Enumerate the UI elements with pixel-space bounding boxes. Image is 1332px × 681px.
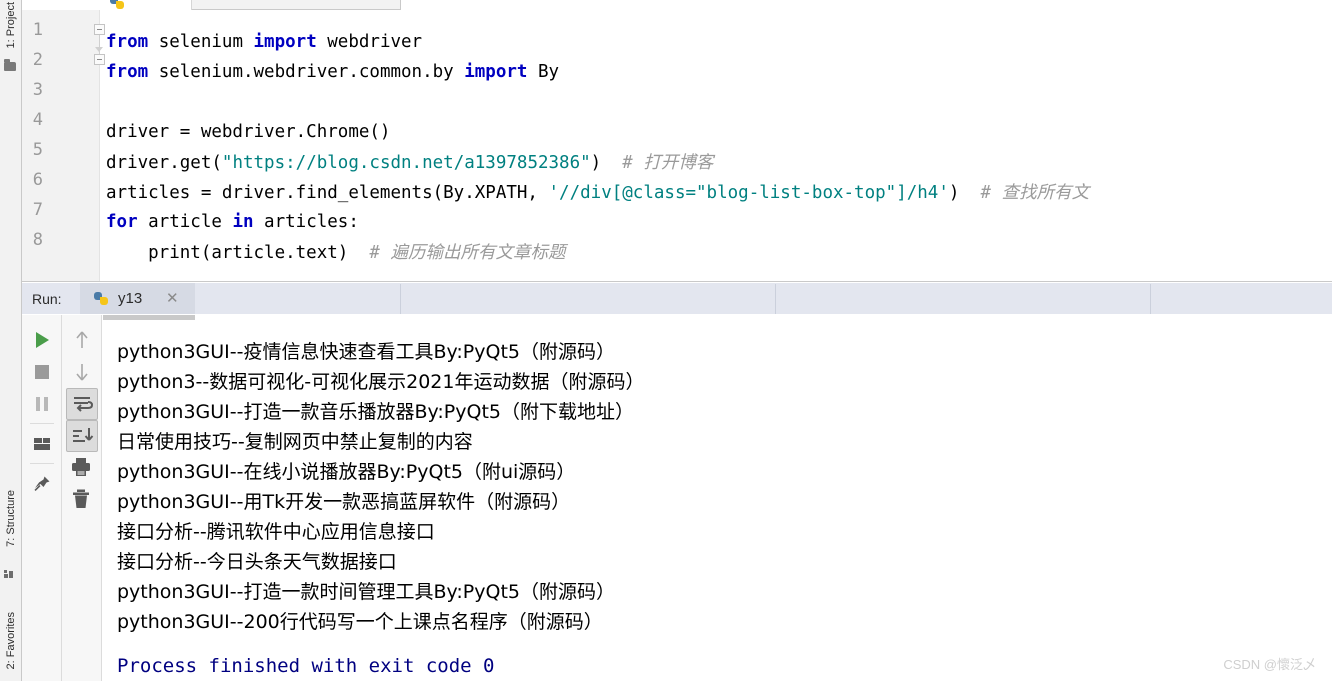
code-line: articles = driver.find_elements(By.XPATH… xyxy=(106,182,1090,203)
pin-icon xyxy=(34,476,50,492)
console-line: python3GUI--用Tk开发一款恶搞蓝屏软件（附源码） xyxy=(117,491,571,513)
console-line: python3GUI--在线小说播放器By:PyQt5（附ui源码） xyxy=(117,461,576,483)
trash-icon xyxy=(73,489,89,508)
print-button[interactable] xyxy=(66,452,98,484)
console-line: 接口分析--今日头条天气数据接口 xyxy=(117,551,397,573)
down-button[interactable] xyxy=(66,356,98,388)
line-number: 2 xyxy=(32,50,43,70)
editor-tab-bar xyxy=(22,0,1332,10)
toolbar-separator xyxy=(30,463,54,464)
toolbar-separator xyxy=(30,423,54,424)
python-file-icon xyxy=(110,0,124,9)
code-line: from selenium import webdriver xyxy=(106,32,423,52)
scroll-end-button[interactable] xyxy=(66,420,98,452)
line-number: 5 xyxy=(32,140,43,160)
console-line: python3GUI--疫情信息快速查看工具By:PyQt5（附源码） xyxy=(117,341,615,363)
clear-button[interactable] xyxy=(66,484,98,516)
code-line: driver = webdriver.Chrome() xyxy=(106,122,391,142)
run-toolbar-primary xyxy=(22,315,62,681)
code-fold-marker[interactable] xyxy=(94,24,106,55)
run-tab-y13[interactable]: y13 ✕ xyxy=(80,283,195,315)
line-number: 3 xyxy=(32,80,43,100)
code-line: for article in articles: xyxy=(106,212,359,232)
stop-icon xyxy=(35,365,49,379)
print-icon xyxy=(72,458,90,476)
line-number: 7 xyxy=(32,200,43,220)
editor-tab-active[interactable] xyxy=(22,0,192,10)
editor-tab-bar-right xyxy=(400,0,1332,10)
line-number: 8 xyxy=(32,230,43,250)
up-button[interactable] xyxy=(66,324,98,356)
console-line: 接口分析--腾讯软件中心应用信息接口 xyxy=(117,521,435,543)
code-line: print(article.text) # 遍历输出所有文章标题 xyxy=(106,242,566,263)
soft-wrap-button[interactable] xyxy=(66,388,98,420)
editor-divider xyxy=(22,281,1332,282)
run-toolbar-secondary xyxy=(62,315,102,681)
structure-icon xyxy=(4,570,17,582)
pin-button[interactable] xyxy=(26,468,58,500)
close-icon[interactable]: ✕ xyxy=(166,289,179,307)
run-tab-label: y13 xyxy=(118,290,143,307)
sidebar-item-project[interactable]: 1: Project xyxy=(5,2,17,48)
soft-wrap-icon xyxy=(74,397,94,412)
watermark: CSDN @懷泛乄 xyxy=(1223,657,1316,672)
scroll-to-end-icon xyxy=(73,428,94,442)
sidebar-item-structure[interactable]: 7: Structure xyxy=(5,490,17,547)
console-line: python3GUI--打造一款时间管理工具By:PyQt5（附源码） xyxy=(117,581,615,603)
code-line: driver.get("https://blog.csdn.net/a13978… xyxy=(106,152,714,173)
pause-button[interactable] xyxy=(26,388,58,420)
code-line: from selenium.webdriver.common.by import… xyxy=(106,62,560,82)
run-panel-label: Run: xyxy=(32,291,62,307)
run-panel-header: Run: y13 ✕ xyxy=(22,283,1332,315)
console-line: python3--数据可视化-可视化展示2021年运动数据（附源码） xyxy=(117,371,645,393)
toolbar-divider xyxy=(1150,284,1151,314)
console-line: python3GUI--200行代码写一个上课点名程序（附源码） xyxy=(117,611,603,633)
pycharm-window: 1: Project 7: Structure 2: Favorites 1 2… xyxy=(0,0,1332,681)
rerun-button[interactable] xyxy=(26,324,58,356)
toolbar-divider xyxy=(775,284,776,314)
toolbar-divider xyxy=(400,284,401,314)
code-fold-marker[interactable] xyxy=(94,54,106,66)
editor-gutter[interactable]: 1 2 3 4 5 6 7 8 xyxy=(22,10,105,282)
run-icon xyxy=(36,332,49,348)
line-number: 6 xyxy=(32,170,43,190)
folder-icon xyxy=(4,59,16,71)
arrow-down-icon xyxy=(76,364,88,381)
sidebar-item-favorites[interactable]: 2: Favorites xyxy=(5,612,17,669)
exit-message: Process finished with exit code 0 xyxy=(117,655,495,677)
layout-button[interactable] xyxy=(26,428,58,460)
left-tool-strip: 1: Project 7: Structure 2: Favorites xyxy=(0,0,22,681)
layout-icon xyxy=(34,438,42,443)
console-scroll-indicator xyxy=(103,315,195,320)
pause-icon xyxy=(36,397,40,411)
code-text[interactable]: from selenium import webdriver from sele… xyxy=(106,10,1332,282)
line-number: 1 xyxy=(32,20,43,40)
console-output[interactable]: python3GUI--疫情信息快速查看工具By:PyQt5（附源码） pyth… xyxy=(103,315,1332,681)
python-file-icon xyxy=(94,292,108,310)
arrow-up-icon xyxy=(76,331,88,348)
console-line: python3GUI--打造一款音乐播放器By:PyQt5（附下载地址） xyxy=(117,401,634,423)
code-editor[interactable]: 1 2 3 4 5 6 7 8 from selenium import web… xyxy=(22,10,1332,282)
stop-button[interactable] xyxy=(26,356,58,388)
console-line: 日常使用技巧--复制网页中禁止复制的内容 xyxy=(117,431,473,453)
line-number: 4 xyxy=(32,110,43,130)
